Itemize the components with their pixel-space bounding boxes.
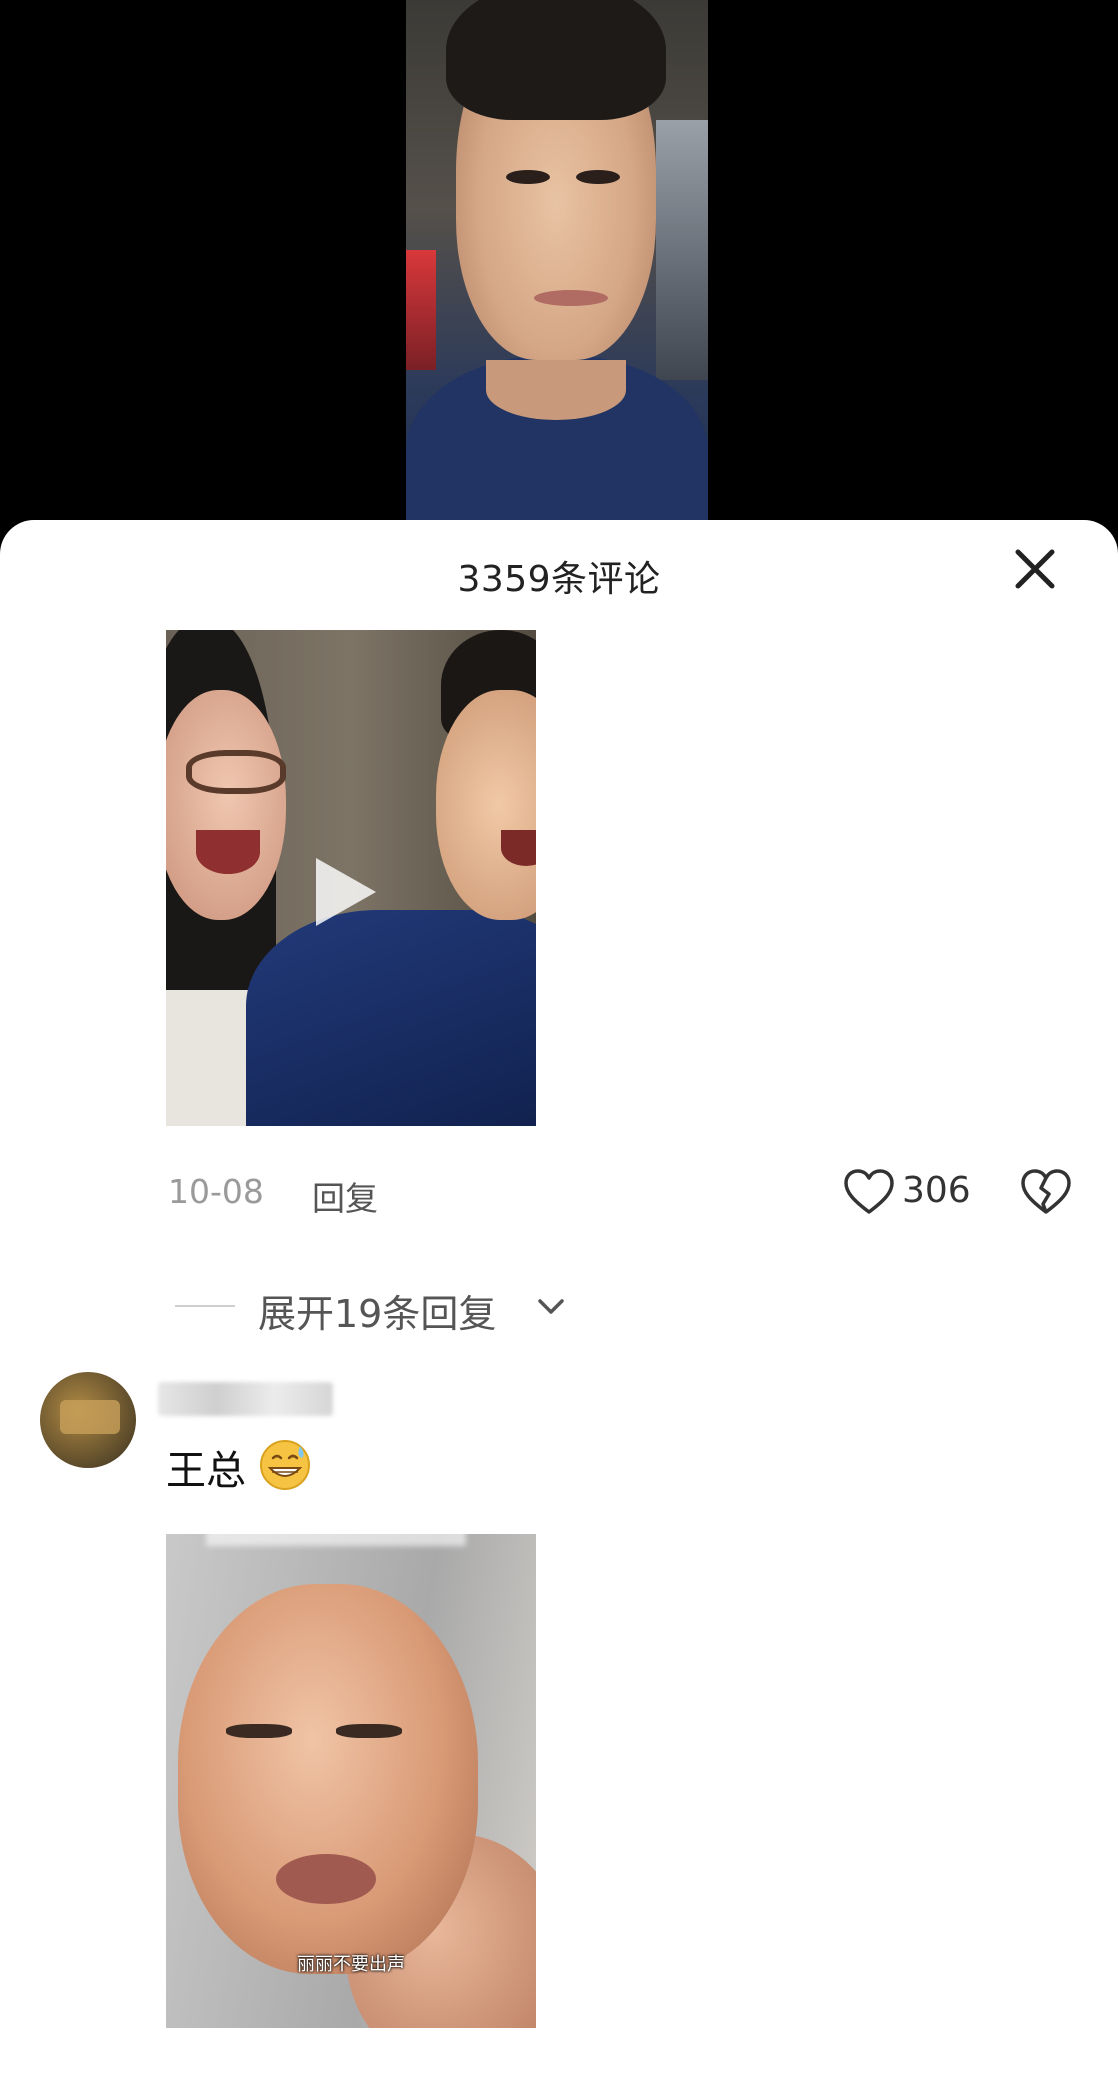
video-player-background	[0, 0, 1118, 540]
person-neck	[486, 360, 626, 420]
broken-heart-icon	[1021, 1169, 1071, 1214]
close-button[interactable]	[1010, 544, 1060, 594]
heart-icon	[844, 1169, 894, 1214]
comment-text: 王总	[166, 1448, 246, 1494]
comment-image-attachment[interactable]: 丽丽不要出声	[166, 1534, 536, 2028]
comments-sheet: 3359条评论 10-08 回复 306 展开19条回复 王总 丽丽不要出声	[0, 520, 1118, 2080]
video-background-detail	[406, 250, 436, 370]
person-mouth	[534, 290, 608, 306]
man-shirt	[246, 910, 536, 1126]
play-icon[interactable]	[316, 858, 376, 926]
comment-meta-row: 10-08 回复 306	[0, 1160, 1118, 1220]
divider	[175, 1305, 235, 1307]
woman-face	[166, 690, 286, 920]
person-mouth	[276, 1854, 376, 1904]
person-face	[178, 1584, 478, 1974]
grinning-sweat-emoji	[260, 1440, 310, 1490]
video-thumbnail[interactable]	[406, 0, 708, 520]
like-button[interactable]	[843, 1168, 895, 1216]
person-eye	[576, 170, 620, 184]
dislike-button[interactable]	[1020, 1168, 1072, 1216]
video-background-detail	[656, 120, 708, 380]
username-blurred[interactable]	[158, 1382, 333, 1416]
person-eye	[506, 170, 550, 184]
avatar[interactable]	[40, 1372, 136, 1468]
image-caption: 丽丽不要出声	[297, 1954, 405, 1975]
person-hair	[446, 0, 666, 120]
reply-button[interactable]: 回复	[312, 1172, 378, 1220]
chevron-down-icon	[538, 1299, 564, 1314]
like-count: 306	[902, 1170, 971, 1211]
avatar-image-detail	[60, 1400, 120, 1434]
comments-title: 3359条评论	[457, 559, 661, 600]
comment-video-attachment[interactable]	[166, 630, 536, 1126]
close-icon	[1015, 549, 1055, 589]
person-brow	[336, 1724, 402, 1738]
person-brow	[226, 1724, 292, 1738]
blurred-caption	[206, 1534, 466, 1546]
expand-replies-label: 展开19条回复	[258, 1292, 497, 1336]
woman-mouth	[196, 830, 260, 874]
expand-replies-button[interactable]: 展开19条回复	[0, 1275, 1118, 1336]
glasses	[186, 750, 286, 794]
comment-date: 10-08	[168, 1172, 264, 1211]
